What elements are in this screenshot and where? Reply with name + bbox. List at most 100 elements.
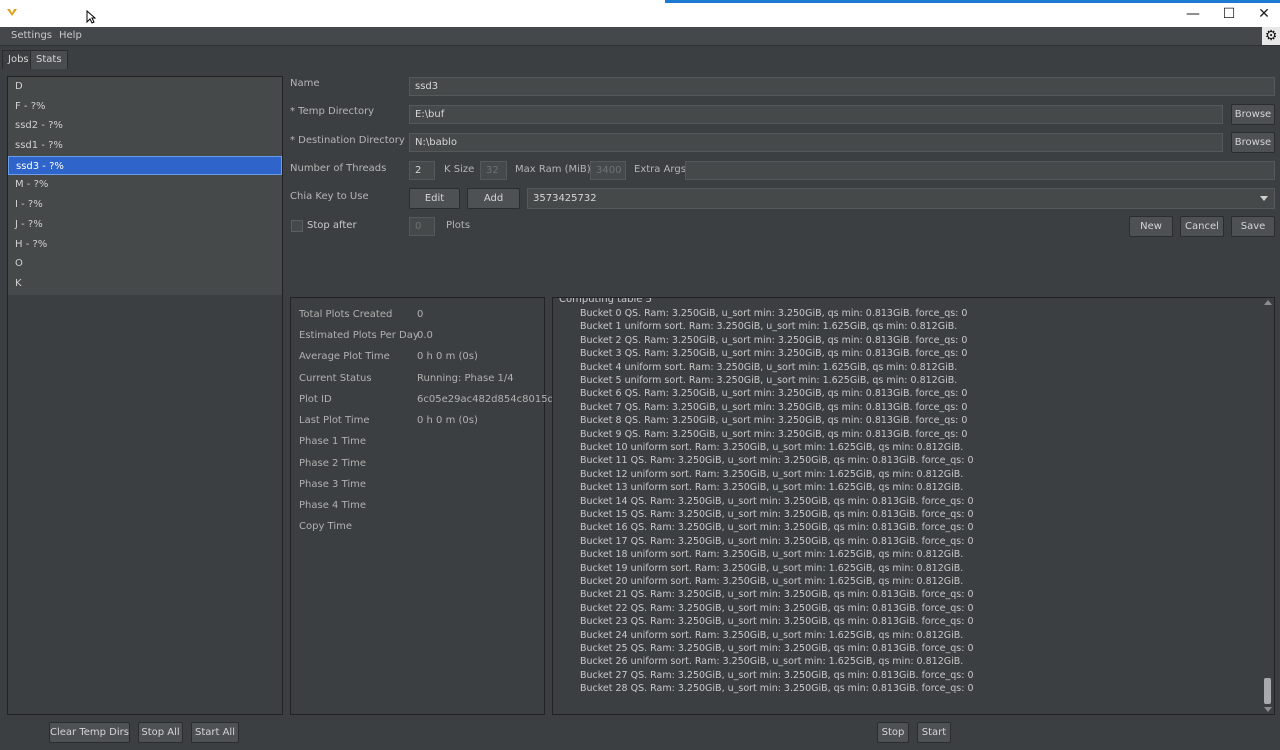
log-line: Bucket 2 QS. Ram: 3.250GiB, u_sort min: … — [580, 334, 968, 346]
log-line: Bucket 27 QS. Ram: 3.250GiB, u_sort min:… — [580, 669, 974, 681]
app-logo-icon — [7, 9, 17, 16]
log-line: Bucket 24 uniform sort. Ram: 3.250GiB, u… — [580, 629, 964, 641]
ksize-field: 32 — [480, 161, 507, 180]
total-plots-value: 0 — [417, 309, 424, 320]
minimize-icon[interactable]: — — [1176, 4, 1210, 24]
log-scrollbar[interactable] — [1263, 300, 1272, 712]
chia-key-label: Chia Key to Use — [290, 191, 369, 202]
extra-args-label: Extra Args — [634, 164, 686, 175]
clear-temp-dirs-button[interactable]: Clear Temp Dirs — [49, 722, 130, 743]
log-line: Bucket 8 QS. Ram: 3.250GiB, u_sort min: … — [580, 415, 968, 427]
stop-all-button[interactable]: Stop All — [138, 722, 183, 743]
window-accent-strip — [665, 0, 1280, 3]
scroll-down-icon[interactable] — [1264, 707, 1272, 712]
average-plot-time-label: Average Plot Time — [299, 351, 390, 362]
chia-key-value: 3573425732 — [533, 193, 597, 204]
extra-args-field[interactable] — [685, 161, 1275, 180]
chevron-down-icon — [1260, 196, 1268, 201]
log-line: Bucket 16 QS. Ram: 3.250GiB, u_sort min:… — [580, 522, 974, 534]
max-ram-label: Max Ram (MiB) — [515, 164, 591, 175]
log-line: Bucket 18 uniform sort. Ram: 3.250GiB, u… — [580, 549, 964, 561]
stop-button[interactable]: Stop — [877, 722, 909, 743]
name-label: Name — [290, 78, 320, 89]
destination-browse-button[interactable]: Browse — [1231, 132, 1275, 153]
ksize-label: K Size — [444, 164, 475, 175]
copy-time-label: Copy Time — [299, 521, 353, 532]
log-line: Bucket 22 QS. Ram: 3.250GiB, u_sort min:… — [580, 602, 974, 614]
plots-label: Plots — [446, 220, 471, 231]
log-line: Bucket 9 QS. Ram: 3.250GiB, u_sort min: … — [580, 428, 968, 440]
total-plots-label: Total Plots Created — [299, 309, 393, 320]
log-line: Bucket 28 QS. Ram: 3.250GiB, u_sort min:… — [580, 683, 974, 695]
max-ram-field: 3400 — [590, 161, 626, 180]
phase1-time-label: Phase 1 Time — [299, 436, 367, 447]
tab-stats[interactable]: Stats — [30, 50, 68, 69]
stop-after-count-field: 0 — [409, 217, 435, 236]
average-plot-time-value: 0 h 0 m (0s) — [417, 351, 478, 362]
edit-key-button[interactable]: Edit — [409, 188, 460, 209]
log-line: Bucket 20 uniform sort. Ram: 3.250GiB, u… — [580, 576, 964, 587]
phase2-time-label: Phase 2 Time — [299, 458, 367, 469]
plot-id-label: Plot ID — [299, 394, 332, 405]
log-line: Bucket 5 uniform sort. Ram: 3.250GiB, u_… — [580, 375, 958, 386]
threads-field[interactable]: 2 — [409, 161, 435, 180]
log-line: Bucket 10 uniform sort. Ram: 3.250GiB, u… — [580, 442, 964, 453]
temp-directory-field[interactable]: E:\buf — [409, 105, 1223, 124]
add-key-button[interactable]: Add — [467, 188, 520, 209]
phase3-time-label: Phase 3 Time — [299, 479, 367, 490]
job-list-item[interactable]: ssd3 - ?% — [8, 155, 282, 176]
destination-directory-field[interactable]: N:\bablo — [409, 133, 1223, 152]
job-list-item[interactable]: ssd2 - ?% — [8, 116, 282, 136]
menu-bar: Settings Help — [0, 27, 1280, 46]
job-list-item[interactable]: K — [8, 274, 282, 294]
menu-help[interactable]: Help — [59, 30, 82, 41]
close-icon[interactable]: ✕ — [1247, 4, 1280, 24]
new-button[interactable]: New — [1129, 216, 1173, 237]
jobs-panel: DF - ?% ssd2 - ?% ssd1 - ?% ssd3 - ?% M - ?%… — [7, 76, 283, 715]
last-plot-time-label: Last Plot Time — [299, 415, 370, 426]
job-list-item[interactable]: H - ?% — [8, 235, 282, 255]
log-line: Bucket 17 QS. Ram: 3.250GiB, u_sort min:… — [580, 535, 974, 547]
scroll-thumb[interactable] — [1264, 678, 1271, 704]
current-status-value: Running: Phase 1/4 — [417, 373, 514, 384]
stop-after-checkbox[interactable] — [291, 220, 303, 232]
estimated-per-day-value: 0.0 — [417, 330, 433, 341]
scroll-up-icon[interactable] — [1264, 300, 1272, 305]
menu-settings[interactable]: Settings — [11, 30, 52, 41]
job-list-item[interactable]: M - ?% — [8, 175, 282, 195]
job-list-item[interactable]: ssd1 - ?% — [8, 136, 282, 156]
start-all-button[interactable]: Start All — [191, 722, 239, 743]
log-line: Bucket 4 uniform sort. Ram: 3.250GiB, u_… — [580, 361, 958, 373]
stats-panel: Total Plots Created 0 Estimated Plots Pe… — [290, 297, 563, 715]
start-button[interactable]: Start — [917, 722, 951, 743]
log-line: Bucket 0 QS. Ram: 3.250GiB, u_sort min: … — [580, 308, 968, 319]
job-list-item[interactable]: I - ?% — [8, 195, 282, 215]
log-line: Bucket 14 QS. Ram: 3.250GiB, u_sort min:… — [580, 495, 974, 507]
log-line: Bucket 23 QS. Ram: 3.250GiB, u_sort min:… — [580, 616, 974, 628]
temp-browse-button[interactable]: Browse — [1231, 104, 1275, 125]
gear-icon[interactable]: ⚙ — [1262, 27, 1280, 45]
maximize-icon[interactable]: ☐ — [1212, 4, 1246, 24]
log-line: Bucket 26 uniform sort. Ram: 3.250GiB, u… — [580, 656, 964, 668]
log-line: Bucket 21 QS. Ram: 3.250GiB, u_sort min:… — [580, 589, 974, 601]
chia-key-select[interactable]: 3573425732 — [527, 188, 1275, 209]
stop-after-label: Stop after — [307, 220, 357, 231]
last-plot-time-value: 0 h 0 m (0s) — [417, 415, 478, 426]
name-field[interactable]: ssd3 — [409, 77, 1275, 96]
window-titlebar: — ☐ ✕ — [0, 0, 1280, 27]
log-line: Bucket 19 uniform sort. Ram: 3.250GiB, u… — [580, 562, 964, 574]
threads-label: Number of Threads — [290, 163, 387, 174]
job-list-item[interactable]: O — [8, 254, 282, 274]
job-list-item[interactable]: J - ?% — [8, 215, 282, 235]
save-button[interactable]: Save — [1231, 216, 1275, 237]
job-list-item[interactable]: F - ?% — [8, 97, 282, 117]
log-line: Bucket 15 QS. Ram: 3.250GiB, u_sort min:… — [580, 509, 974, 520]
log-header: Computing table 5 — [559, 297, 652, 305]
log-line: Bucket 3 QS. Ram: 3.250GiB, u_sort min: … — [580, 348, 968, 360]
temp-directory-label: * Temp Directory — [290, 106, 375, 117]
mouse-cursor-icon — [86, 10, 96, 24]
cancel-button[interactable]: Cancel — [1180, 216, 1224, 237]
log-line: Bucket 25 QS. Ram: 3.250GiB, u_sort min:… — [580, 643, 974, 654]
log-output[interactable]: Computing table 5 Bucket 0 QS. Ram: 3.25… — [552, 297, 1275, 715]
job-list-item[interactable]: D — [8, 77, 282, 97]
